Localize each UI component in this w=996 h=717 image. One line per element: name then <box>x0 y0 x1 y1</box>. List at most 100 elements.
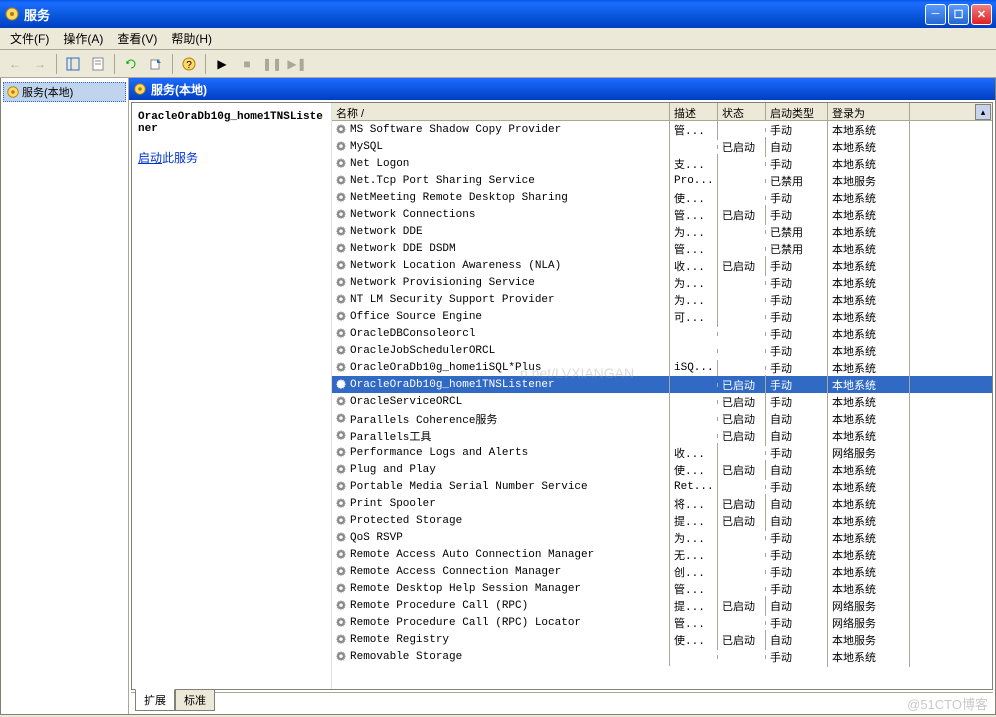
service-row[interactable]: Remote Desktop Help Session Manager管...手… <box>332 580 992 597</box>
service-row[interactable]: Remote Registry使...已启动自动本地服务 <box>332 631 992 648</box>
service-row[interactable]: Plug and Play使...已启动自动本地系统 <box>332 461 992 478</box>
service-row[interactable]: MySQL已启动自动本地系统 <box>332 138 992 155</box>
service-status <box>718 196 766 200</box>
service-row[interactable]: Removable Storage手动本地系统 <box>332 648 992 665</box>
service-row[interactable]: Remote Access Auto Connection Manager无..… <box>332 546 992 563</box>
service-row[interactable]: OracleOraDb10g_home1TNSListener已启动手动本地系统 <box>332 376 992 393</box>
service-row[interactable]: OracleServiceORCL已启动手动本地系统 <box>332 393 992 410</box>
service-row[interactable]: Remote Procedure Call (RPC)提...已启动自动网络服务 <box>332 597 992 614</box>
help-icon[interactable]: ? <box>178 53 200 75</box>
tab-standard[interactable]: 标准 <box>175 690 215 711</box>
services-icon <box>6 85 20 99</box>
tree-root-label: 服务(本地) <box>22 84 73 100</box>
restart-service-icon: ▶❚ <box>286 53 308 75</box>
minimize-button[interactable]: ─ <box>925 4 946 25</box>
pause-service-icon: ❚❚ <box>261 53 283 75</box>
service-status: 已启动 <box>718 511 766 531</box>
col-name[interactable]: 名称 / <box>332 103 670 120</box>
toolbar-view-icon[interactable] <box>62 53 84 75</box>
service-name: Net Logon <box>350 158 409 170</box>
service-status: 已启动 <box>718 205 766 225</box>
service-row[interactable]: NetMeeting Remote Desktop Sharing使...手动本… <box>332 189 992 206</box>
service-row[interactable]: OracleDBConsoleorcl手动本地系统 <box>332 325 992 342</box>
service-name: Performance Logs and Alerts <box>350 447 528 459</box>
service-desc <box>670 417 718 421</box>
service-name: QoS RSVP <box>350 532 403 544</box>
start-service-icon[interactable]: ▶ <box>211 53 233 75</box>
main-area: 服务(本地) 服务(本地) OracleOraDb10g_home1TNSLis… <box>0 78 996 715</box>
service-row[interactable]: OracleJobSchedulerORCL手动本地系统 <box>332 342 992 359</box>
col-status[interactable]: 状态 <box>718 103 766 120</box>
content-header: 服务(本地) <box>129 78 995 100</box>
service-row[interactable]: Performance Logs and Alerts收...手动网络服务 <box>332 444 992 461</box>
start-service-suffix: 此服务 <box>162 151 198 165</box>
service-status <box>718 655 766 659</box>
service-status <box>718 536 766 540</box>
service-desc <box>670 434 718 438</box>
service-row[interactable]: Print Spooler将...已启动自动本地系统 <box>332 495 992 512</box>
service-row[interactable]: MS Software Shadow Copy Provider管...手动本地… <box>332 121 992 138</box>
tab-extended[interactable]: 扩展 <box>135 689 175 711</box>
service-row[interactable]: Office Source Engine可...手动本地系统 <box>332 308 992 325</box>
service-row[interactable]: Parallels工具已启动自动本地系统 <box>332 427 992 444</box>
export-icon[interactable] <box>145 53 167 75</box>
col-startup[interactable]: 启动类型 <box>766 103 828 120</box>
start-service-link[interactable]: 启动 <box>138 151 162 165</box>
scroll-up-icon[interactable]: ▴ <box>975 104 991 120</box>
service-status <box>718 298 766 302</box>
service-row[interactable]: OracleOraDb10g_home1iSQL*PlusiSQ...手动本地系… <box>332 359 992 376</box>
service-name: MySQL <box>350 141 383 153</box>
service-status <box>718 349 766 353</box>
service-status <box>718 485 766 489</box>
service-row[interactable]: Net Logon支...手动本地系统 <box>332 155 992 172</box>
close-button[interactable]: ✕ <box>971 4 992 25</box>
maximize-button[interactable]: ☐ <box>948 4 969 25</box>
list-header: 名称 / 描述 状态 启动类型 登录为 ▴ <box>332 103 992 121</box>
col-desc[interactable]: 描述 <box>670 103 718 120</box>
menu-file[interactable]: 文件(F) <box>4 28 55 49</box>
service-name: Print Spooler <box>350 498 436 510</box>
col-logon[interactable]: 登录为 <box>828 103 910 120</box>
service-logon: 本地系统 <box>828 647 910 667</box>
service-row[interactable]: Network Location Awareness (NLA)收...已启动手… <box>332 257 992 274</box>
service-row[interactable]: Portable Media Serial Number ServiceRet.… <box>332 478 992 495</box>
refresh-icon[interactable] <box>120 53 142 75</box>
service-row[interactable]: QoS RSVP为...手动本地系统 <box>332 529 992 546</box>
forward-button: → <box>29 53 51 75</box>
service-desc <box>670 332 718 336</box>
service-status <box>718 162 766 166</box>
service-desc: Pro... <box>670 173 718 189</box>
service-status <box>718 179 766 183</box>
stop-service-icon: ■ <box>236 53 258 75</box>
service-row[interactable]: Remote Procedure Call (RPC) Locator管...手… <box>332 614 992 631</box>
service-name: Remote Procedure Call (RPC) <box>350 600 528 612</box>
service-status <box>718 366 766 370</box>
service-row[interactable]: Remote Access Connection Manager创...手动本地… <box>332 563 992 580</box>
service-row[interactable]: Parallels Coherence服务已启动自动本地系统 <box>332 410 992 427</box>
list-rows[interactable]: MS Software Shadow Copy Provider管...手动本地… <box>332 121 992 689</box>
service-row[interactable]: NT LM Security Support Provider为...手动本地系… <box>332 291 992 308</box>
service-row[interactable]: Network Connections管...已启动手动本地系统 <box>332 206 992 223</box>
tree-pane: 服务(本地) <box>1 78 129 714</box>
service-desc <box>670 400 718 404</box>
service-name: Remote Access Connection Manager <box>350 566 561 578</box>
tree-root-node[interactable]: 服务(本地) <box>3 82 126 102</box>
services-icon <box>4 6 20 22</box>
service-desc: 支... <box>670 154 718 174</box>
properties-icon[interactable] <box>87 53 109 75</box>
service-desc: iSQ... <box>670 360 718 376</box>
menu-help[interactable]: 帮助(H) <box>165 28 218 49</box>
service-desc <box>670 383 718 387</box>
menu-view[interactable]: 查看(V) <box>111 28 163 49</box>
service-row[interactable]: Network DDE DSDM管...已禁用本地系统 <box>332 240 992 257</box>
menubar: 文件(F) 操作(A) 查看(V) 帮助(H) <box>0 28 996 50</box>
service-row[interactable]: Protected Storage提...已启动自动本地系统 <box>332 512 992 529</box>
service-name: Office Source Engine <box>350 311 482 323</box>
service-row[interactable]: Network Provisioning Service为...手动本地系统 <box>332 274 992 291</box>
service-name: Net.Tcp Port Sharing Service <box>350 175 535 187</box>
service-row[interactable]: Net.Tcp Port Sharing ServicePro...已禁用本地服… <box>332 172 992 189</box>
menu-action[interactable]: 操作(A) <box>57 28 109 49</box>
service-name: Network Location Awareness (NLA) <box>350 260 561 272</box>
service-row[interactable]: Network DDE为...已禁用本地系统 <box>332 223 992 240</box>
service-desc: 可... <box>670 307 718 327</box>
